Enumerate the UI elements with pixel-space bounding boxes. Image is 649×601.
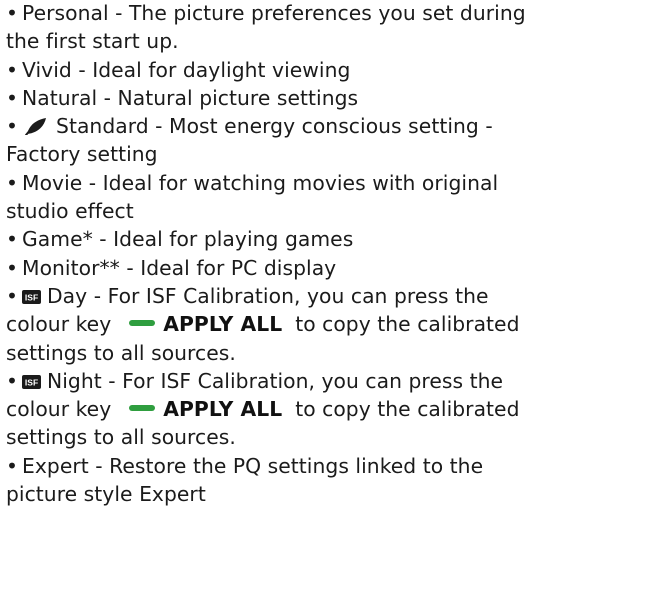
item-text: Factory setting <box>6 142 158 167</box>
green-key-icon <box>129 405 156 412</box>
bullet: • <box>6 57 19 82</box>
item-text: Personal - The picture preferences you s… <box>22 1 526 25</box>
item-text: Standard - Most energy conscious setting… <box>56 114 493 139</box>
bullet: • <box>6 453 19 478</box>
item-text: Movie - Ideal for watching movies with o… <box>22 170 499 195</box>
item-text: picture style Expert <box>6 482 206 507</box>
list-item-night-cont: colour key APPLY ALL to copy the calibrat… <box>6 395 649 423</box>
item-text: to copy the calibrated <box>295 312 520 337</box>
list-item-day: • ISF Day - For ISF Calibration, you can p… <box>6 282 649 310</box>
eco-leaf-icon <box>25 118 47 136</box>
item-text: studio effect <box>6 199 134 224</box>
item-text: the first start up. <box>6 29 179 54</box>
list-item-movie: • Movie - Ideal for watching movies with … <box>6 169 649 197</box>
item-text: Natural - Natural picture settings <box>22 85 359 110</box>
bullet: • <box>6 368 19 393</box>
bullet: • <box>6 283 19 308</box>
list-item-monitor: • Monitor** - Ideal for PC display <box>6 254 649 282</box>
list-item-movie-cont: studio effect <box>6 197 649 225</box>
apply-all-label: APPLY ALL <box>163 397 283 422</box>
item-text: settings to all sources. <box>6 425 236 450</box>
item-text: settings to all sources. <box>6 340 236 365</box>
isf-icon-label: ISF <box>25 377 38 387</box>
item-text: Day - For ISF Calibration, you can press… <box>47 283 489 308</box>
green-key-icon <box>129 320 156 327</box>
bullet: • <box>6 114 19 139</box>
bullet: • <box>6 170 19 195</box>
item-text: Expert - Restore the PQ settings linked … <box>22 453 484 478</box>
item-text: to copy the calibrated <box>295 397 520 422</box>
apply-all-label: APPLY ALL <box>163 312 283 337</box>
list-item-expert-cont: picture style Expert <box>6 480 649 508</box>
list-item-night-cont2: settings to all sources. <box>6 423 649 451</box>
list-item-day-cont: colour key APPLY ALL to copy the calibrat… <box>6 310 649 338</box>
list-item-personal: • Personal - The picture preferences you … <box>6 0 649 27</box>
item-text: Vivid - Ideal for daylight viewing <box>22 57 351 82</box>
item-text: colour key <box>6 397 112 422</box>
item-text: Game* - Ideal for playing games <box>22 227 354 252</box>
list-item-night: • ISF Night - For ISF Calibration, you can… <box>6 367 649 395</box>
list-item-standard-cont: Factory setting <box>6 140 649 168</box>
list-item-vivid: • Vivid - Ideal for daylight viewing <box>6 56 649 84</box>
bullet: • <box>6 255 19 280</box>
list-item-expert: • Expert - Restore the PQ settings linked… <box>6 452 649 480</box>
item-text: Monitor** - Ideal for PC display <box>22 255 337 280</box>
isf-icon: ISF <box>22 289 42 304</box>
picture-style-list: • Personal - The picture preferences you … <box>0 0 649 600</box>
item-text: Night - For ISF Calibration, you can pre… <box>47 368 504 393</box>
bullet: • <box>6 227 19 252</box>
isf-icon: ISF <box>22 374 42 389</box>
item-text: colour key <box>6 312 112 337</box>
bullet: • <box>6 85 19 110</box>
list-item-game: • Game* - Ideal for playing games <box>6 225 649 253</box>
bullet: • <box>6 1 19 25</box>
list-item-standard: • Standard - Most energy conscious settin… <box>6 112 649 140</box>
list-item-personal-cont: the first start up. <box>6 27 649 55</box>
list-item-natural: • Natural - Natural picture settings <box>6 84 649 112</box>
list-item-day-cont2: settings to all sources. <box>6 339 649 367</box>
isf-icon-label: ISF <box>25 292 38 302</box>
